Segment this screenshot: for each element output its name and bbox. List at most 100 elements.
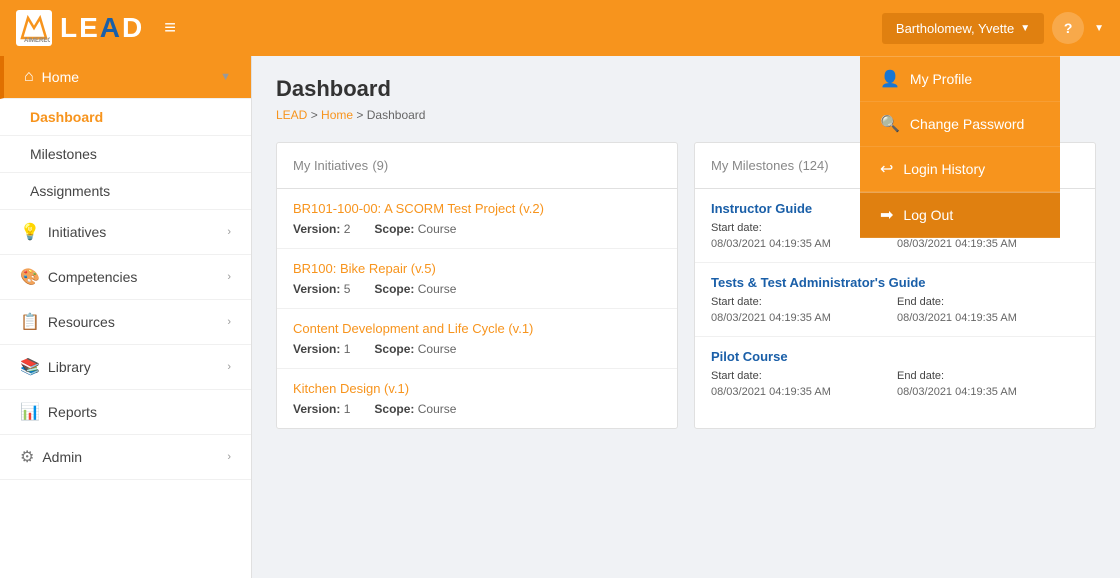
dropdown-item-logout[interactable]: ➡ Log Out: [860, 192, 1060, 238]
milestone-end-label-1: End date:: [897, 296, 1079, 308]
initiatives-card: My Initiatives (9) BR101-100-00: A SCORM…: [276, 142, 678, 429]
sidebar-item-home[interactable]: ⌂ Home ▼: [0, 56, 251, 99]
initiative-version-label-3: Version: 1: [293, 402, 350, 416]
milestone-item-2: Pilot Course Start date: End date: 08/03…: [695, 337, 1095, 410]
initiative-item-1: BR100: Bike Repair (v.5) Version: 5 Scop…: [277, 249, 677, 309]
sidebar-item-initiatives[interactable]: 💡 Initiatives ›: [0, 210, 251, 255]
sidebar-item-admin[interactable]: ⚙ Admin ›: [0, 435, 251, 480]
initiative-title-2[interactable]: Content Development and Life Cycle (v.1): [293, 321, 661, 336]
milestone-end-value-2: 08/03/2021 04:19:35 AM: [897, 386, 1079, 398]
milestone-item-1: Tests & Test Administrator's Guide Start…: [695, 263, 1095, 337]
sidebar-label-initiatives: Initiatives: [48, 224, 106, 240]
dropdown-item-change-password[interactable]: 🔍 Change Password: [860, 102, 1060, 147]
initiative-title-3[interactable]: Kitchen Design (v.1): [293, 381, 661, 396]
user-menu-button[interactable]: Bartholomew, Yvette ▼: [882, 13, 1044, 44]
admin-caret-icon: ›: [227, 451, 231, 463]
sidebar-label-competencies: Competencies: [48, 269, 138, 285]
initiatives-card-count: (9): [372, 158, 388, 173]
initiative-scope-label-2: Scope: Course: [374, 342, 456, 356]
initiative-scope-label-3: Scope: Course: [374, 402, 456, 416]
home-caret-icon: ▼: [220, 71, 231, 83]
milestone-end-value-0: 08/03/2021 04:19:35 AM: [897, 238, 1079, 250]
initiative-item-3: Kitchen Design (v.1) Version: 1 Scope: C…: [277, 369, 677, 428]
logo: AIMEREON LEAD: [16, 10, 144, 46]
header: AIMEREON LEAD ≡ Bartholomew, Yvette ▼ ? …: [0, 0, 1120, 56]
initiative-version-label-1: Version: 5: [293, 282, 350, 296]
sidebar-label-assignments: Assignments: [30, 183, 110, 199]
sidebar-item-dashboard[interactable]: Dashboard: [0, 99, 251, 136]
password-icon: 🔍: [880, 114, 900, 134]
library-icon: 📚: [20, 357, 40, 377]
milestone-end-label-2: End date:: [897, 370, 1079, 382]
dropdown-item-my-profile[interactable]: 👤 My Profile: [860, 57, 1060, 102]
initiative-item-0: BR101-100-00: A SCORM Test Project (v.2)…: [277, 189, 677, 249]
sidebar-label-library: Library: [48, 359, 91, 375]
initiatives-caret-icon: ›: [227, 226, 231, 238]
initiative-title-0[interactable]: BR101-100-00: A SCORM Test Project (v.2): [293, 201, 661, 216]
sidebar-label-dashboard: Dashboard: [30, 109, 103, 125]
milestone-end-value-1: 08/03/2021 04:19:35 AM: [897, 312, 1079, 324]
breadcrumb-current: Dashboard: [367, 108, 426, 122]
milestone-start-value-2: 08/03/2021 04:19:35 AM: [711, 386, 893, 398]
initiatives-card-title: My Initiatives: [293, 158, 368, 173]
milestones-card-count: (124): [798, 158, 828, 173]
initiative-meta-1: Version: 5 Scope: Course: [293, 282, 661, 296]
sidebar-item-library[interactable]: 📚 Library ›: [0, 345, 251, 390]
initiative-meta-2: Version: 1 Scope: Course: [293, 342, 661, 356]
breadcrumb-lead[interactable]: LEAD: [276, 108, 307, 122]
breadcrumb-home[interactable]: Home: [321, 108, 353, 122]
header-left: AIMEREON LEAD ≡: [16, 10, 184, 46]
user-dropdown-menu: 👤 My Profile 🔍 Change Password ↩ Login H…: [860, 56, 1060, 238]
initiative-scope-label-1: Scope: Course: [374, 282, 456, 296]
sidebar: ⌂ Home ▼ Dashboard Milestones Assignment…: [0, 56, 252, 578]
user-name: Bartholomew, Yvette: [896, 21, 1014, 36]
sidebar-item-assignments[interactable]: Assignments: [0, 173, 251, 210]
initiative-version-label-0: Version: 2: [293, 222, 350, 236]
initiative-scope-label-0: Scope: Course: [374, 222, 456, 236]
header-right: Bartholomew, Yvette ▼ ? ▼: [882, 12, 1104, 44]
dropdown-label-logout: Log Out: [903, 207, 953, 223]
dropdown-item-login-history[interactable]: ↩ Login History: [860, 147, 1060, 192]
help-button[interactable]: ?: [1052, 12, 1084, 44]
hamburger-button[interactable]: ≡: [156, 13, 184, 44]
sidebar-label-resources: Resources: [48, 314, 115, 330]
initiative-item-2: Content Development and Life Cycle (v.1)…: [277, 309, 677, 369]
milestone-start-label-2: Start date:: [711, 370, 893, 382]
initiative-version-label-2: Version: 1: [293, 342, 350, 356]
library-caret-icon: ›: [227, 361, 231, 373]
initiative-meta-3: Version: 1 Scope: Course: [293, 402, 661, 416]
dropdown-label-change-password: Change Password: [910, 116, 1024, 132]
milestone-start-label-1: Start date:: [711, 296, 893, 308]
milestone-start-value-0: 08/03/2021 04:19:35 AM: [711, 238, 893, 250]
sidebar-item-reports[interactable]: 📊 Reports: [0, 390, 251, 435]
dropdown-label-login-history: Login History: [903, 161, 985, 177]
user-caret-icon: ▼: [1020, 23, 1030, 34]
sidebar-item-competencies[interactable]: 🎨 Competencies ›: [0, 255, 251, 300]
dropdown-label-my-profile: My Profile: [910, 71, 972, 87]
admin-icon: ⚙: [20, 447, 34, 467]
sidebar-label-admin: Admin: [42, 449, 82, 465]
profile-icon: 👤: [880, 69, 900, 89]
logo-text: LEAD: [60, 12, 144, 44]
sidebar-label-home: Home: [42, 69, 79, 85]
milestone-title-2[interactable]: Pilot Course: [711, 349, 1079, 364]
sidebar-item-milestones[interactable]: Milestones: [0, 136, 251, 173]
sidebar-item-resources[interactable]: 📋 Resources ›: [0, 300, 251, 345]
milestone-dates-2: Start date: End date: 08/03/2021 04:19:3…: [711, 370, 1079, 398]
resources-caret-icon: ›: [227, 316, 231, 328]
milestone-dates-1: Start date: End date: 08/03/2021 04:19:3…: [711, 296, 1079, 324]
initiative-meta-0: Version: 2 Scope: Course: [293, 222, 661, 236]
milestone-title-1[interactable]: Tests & Test Administrator's Guide: [711, 275, 1079, 290]
competencies-caret-icon: ›: [227, 271, 231, 283]
initiative-title-1[interactable]: BR100: Bike Repair (v.5): [293, 261, 661, 276]
competencies-icon: 🎨: [20, 267, 40, 287]
reports-icon: 📊: [20, 402, 40, 422]
sidebar-label-reports: Reports: [48, 404, 97, 420]
initiatives-icon: 💡: [20, 222, 40, 242]
home-icon: ⌂: [24, 68, 34, 86]
logo-icon: AIMEREON: [16, 10, 52, 46]
milestone-start-value-1: 08/03/2021 04:19:35 AM: [711, 312, 893, 324]
history-icon: ↩: [880, 159, 893, 179]
svg-text:AIMEREON: AIMEREON: [24, 38, 50, 44]
sidebar-label-milestones: Milestones: [30, 146, 97, 162]
